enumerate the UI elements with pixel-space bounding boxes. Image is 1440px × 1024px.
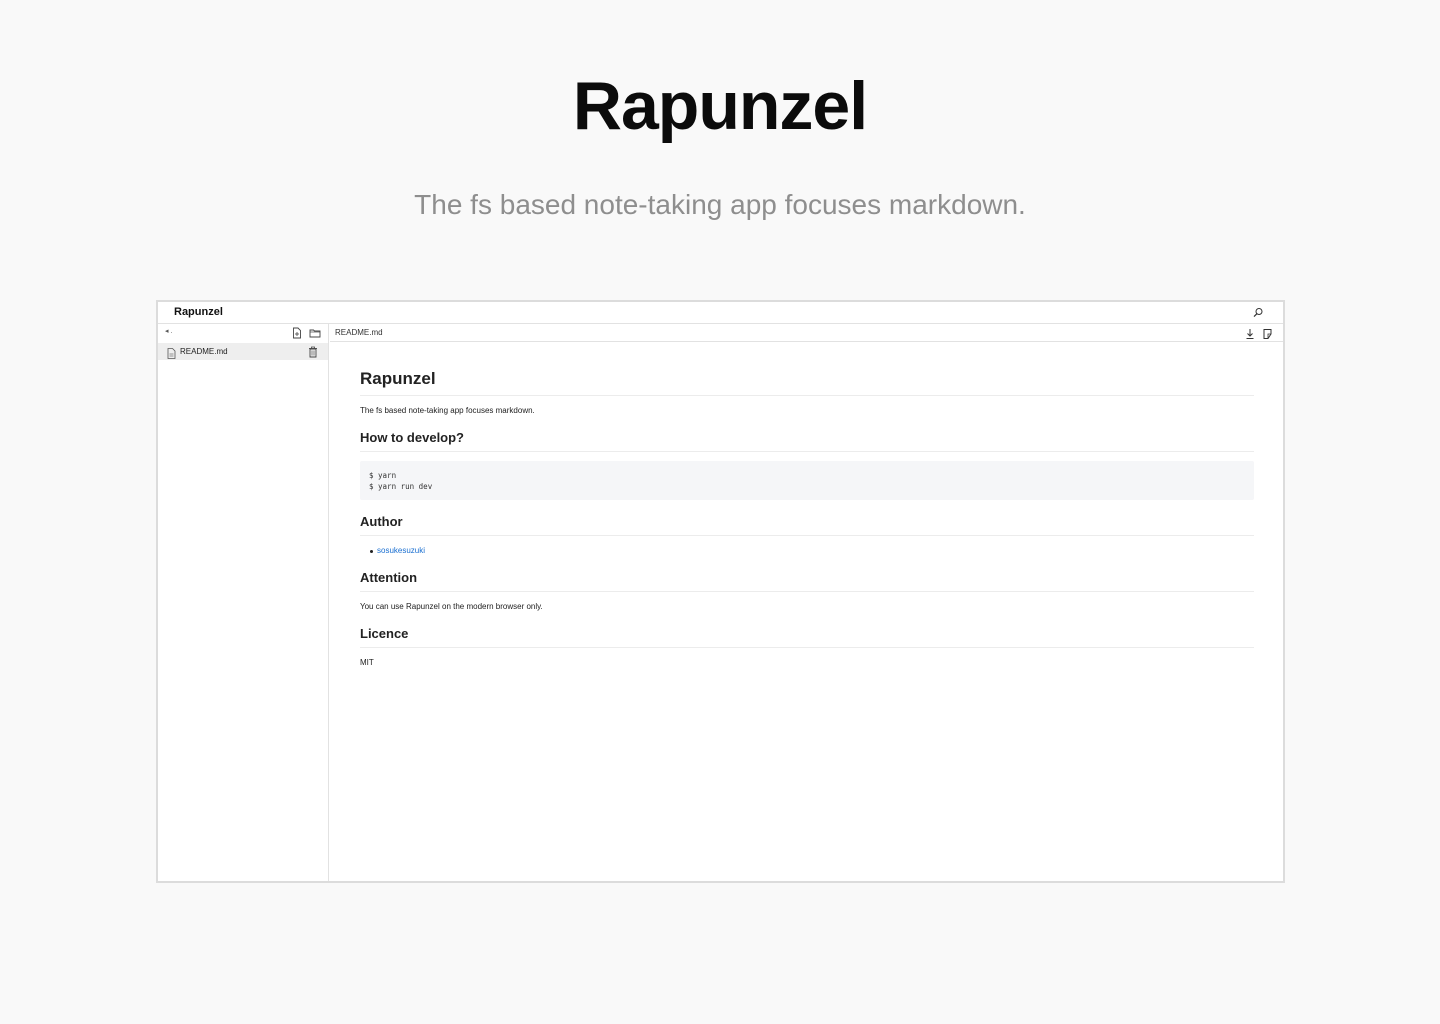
current-filename: README.md [335, 328, 383, 337]
markdown-preview: Rapunzel The fs based note-taking app fo… [360, 368, 1254, 668]
app-window: Rapunzel ◂ . README.md README.md Rapunze… [156, 300, 1285, 883]
edit-icon[interactable] [1262, 327, 1274, 339]
attention-text: You can use Rapunzel on the modern brows… [360, 602, 543, 611]
sidebar-toolbar: ◂ . [158, 324, 328, 341]
editor-pane: README.md Rapunzel The fs based note-tak… [330, 324, 1283, 881]
file-list-item[interactable]: README.md [158, 343, 328, 360]
heading-attention: Attention [360, 569, 1254, 592]
preview-intro: The fs based note-taking app focuses mar… [360, 406, 535, 415]
code-block: $ yarn $ yarn run dev [360, 461, 1254, 500]
editor-toolbar: README.md [330, 324, 1283, 342]
file-icon [167, 346, 176, 359]
author-link[interactable]: sosukesuzuki [377, 546, 425, 555]
sidebar: ◂ . README.md [158, 324, 329, 881]
trash-icon[interactable] [308, 345, 318, 358]
search-icon[interactable] [1251, 306, 1265, 320]
list-item: sosukesuzuki [360, 546, 1254, 556]
code-line: $ yarn run dev [369, 482, 433, 491]
app-title: Rapunzel [174, 306, 223, 318]
heading-licence: Licence [360, 625, 1254, 648]
download-icon[interactable] [1244, 327, 1256, 339]
code-line: $ yarn [369, 471, 397, 480]
licence-text: MIT [360, 658, 374, 667]
hero-subtitle: The fs based note-taking app focuses mar… [414, 189, 1026, 220]
preview-title: Rapunzel [360, 368, 1254, 396]
app-header: Rapunzel [158, 302, 1283, 324]
new-file-icon[interactable] [291, 326, 303, 339]
hero-title: Rapunzel [572, 68, 868, 144]
new-folder-icon[interactable] [309, 326, 321, 338]
heading-author: Author [360, 513, 1254, 536]
heading-develop: How to develop? [360, 429, 1254, 452]
author-list: sosukesuzuki [360, 546, 1254, 556]
file-name: README.md [180, 347, 228, 356]
directory-indicator[interactable]: ◂ . [165, 327, 172, 335]
